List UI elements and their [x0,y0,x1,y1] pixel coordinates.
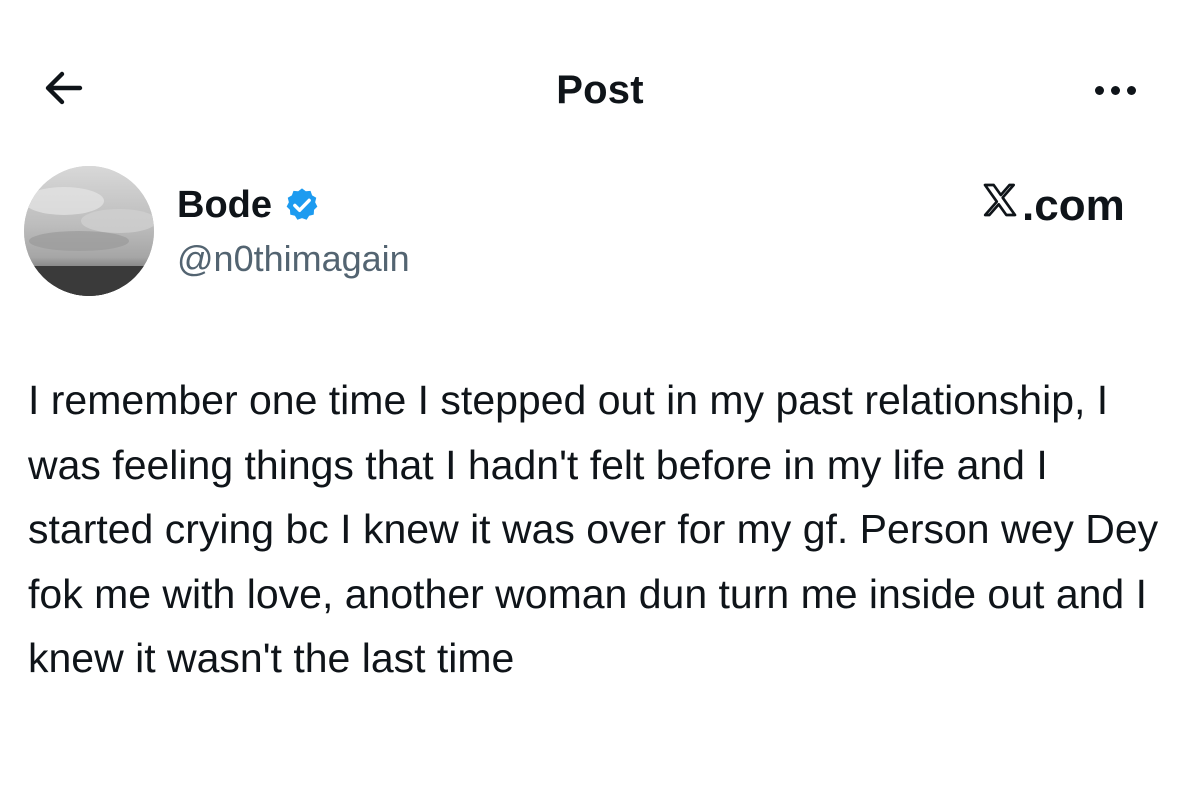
user-handle[interactable]: @n0thimagain [177,236,410,282]
page-title: Post [556,68,644,112]
more-dot [1110,85,1120,95]
watermark-text: .com [1022,181,1125,230]
x-com-watermark: .com [980,178,1155,234]
post-text: I remember one time I stepped out in my … [28,377,1159,681]
cloudy-sky-avatar [24,166,154,296]
display-name[interactable]: Bode [177,180,272,230]
more-horizontal-icon [1094,85,1104,95]
verified-badge-icon [282,185,322,225]
avatar[interactable] [24,166,154,296]
x-logo-icon [980,178,1022,234]
author-name-row: Bode [177,180,322,230]
more-options-button[interactable] [1080,62,1150,118]
top-bar: Post [0,0,1200,170]
more-dot [1126,85,1136,95]
